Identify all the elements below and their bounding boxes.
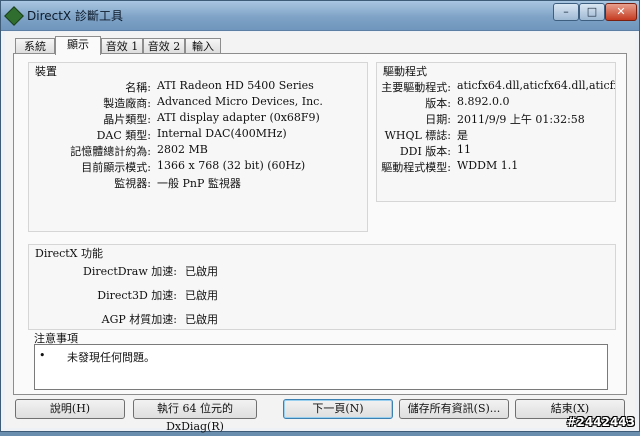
date-value: 2011/9/9 上午 01:32:58 [457,113,585,126]
tab-display[interactable]: 顯示 [55,36,101,55]
notes-bullet: • [39,349,46,362]
driver-model-label: 驅動程式模型: [381,161,451,174]
notes-text: 未發現任何問題。 [67,351,155,364]
display-mode-value: 1366 x 768 (32 bit) (60Hz) [157,159,306,172]
agp-value: 已啟用 [185,313,218,326]
chip-type-value: ATI display adapter (0x68F9) [157,111,320,124]
help-button[interactable]: 說明(H) [15,399,125,419]
manufacturer-label: 製造廠商: [103,97,151,110]
display-tab-panel: 裝置 名稱: ATI Radeon HD 5400 Series 製造廠商: A… [13,53,627,395]
direct3d-label: Direct3D 加速: [97,289,177,302]
device-name-value: ATI Radeon HD 5400 Series [157,79,314,92]
driver-group: 驅動程式 主要驅動程式: aticfx64.dll,aticfx64.dll,a… [376,62,616,202]
tab-system[interactable]: 系統 [15,38,55,54]
tab-sound-1[interactable]: 音效 1 [101,38,143,54]
display-mode-label: 目前顯示模式: [81,161,151,174]
direct3d-value: 已啟用 [185,289,218,302]
features-group-title: DirectX 功能 [35,247,104,260]
ddi-version-label: DDI 版本: [399,145,451,158]
device-group: 裝置 名稱: ATI Radeon HD 5400 Series 製造廠商: A… [28,62,368,232]
main-driver-value: aticfx64.dll,aticfx64.dll,aticfx64.dll,a… [457,79,615,92]
dac-type-value: Internal DAC(400MHz) [157,127,287,140]
tab-sound-2[interactable]: 音效 2 [143,38,185,54]
version-value: 8.892.0.0 [457,95,510,108]
dxdiag-window: DirectX 診斷工具 – □ ✕ 系統 顯示 音效 1 音效 2 輸入 裝置… [0,0,640,433]
tab-input[interactable]: 輸入 [185,38,221,54]
watermark: #2442443 [566,415,635,429]
directdraw-label: DirectDraw 加速: [83,265,177,278]
manufacturer-value: Advanced Micro Devices, Inc. [157,95,323,108]
run-64bit-dxdiag-button[interactable]: 執行 64 位元的 DxDiag(R) [133,399,257,433]
version-label: 版本: [425,97,451,110]
chip-type-label: 晶片類型: [103,113,151,126]
next-page-button[interactable]: 下一頁(N) [283,399,393,419]
client-area: 系統 顯示 音效 1 音效 2 輸入 裝置 名稱: ATI Radeon HD … [5,32,635,433]
whql-label: WHQL 標誌: [384,129,451,142]
directx-icon [4,6,24,26]
date-label: 日期: [425,113,451,126]
whql-value: 是 [457,129,468,142]
title-bar[interactable]: DirectX 診斷工具 – □ ✕ [1,1,639,31]
directx-features-group: DirectX 功能 DirectDraw 加速: 已啟用 Direct3D 加… [28,244,616,330]
dac-type-label: DAC 類型: [96,129,151,142]
driver-model-value: WDDM 1.1 [457,159,519,172]
directdraw-value: 已啟用 [185,265,218,278]
memory-label: 記憶體總計約為: [70,145,151,158]
maximize-button[interactable]: □ [579,3,605,21]
close-button[interactable]: ✕ [605,3,637,21]
device-name-label: 名稱: [125,81,151,94]
minimize-button[interactable]: – [553,3,579,21]
save-all-info-button[interactable]: 儲存所有資訊(S)... [399,399,509,419]
window-title: DirectX 診斷工具 [27,9,123,23]
memory-value: 2802 MB [157,143,208,156]
agp-label: AGP 材質加速: [101,313,177,326]
notes-box[interactable]: • 未發現任何問題。 [34,344,608,390]
device-group-title: 裝置 [35,65,57,78]
driver-group-title: 驅動程式 [383,65,427,78]
main-driver-label: 主要驅動程式: [381,81,451,94]
monitor-label: 監視器: [114,177,151,190]
monitor-value: 一般 PnP 監視器 [157,177,241,190]
ddi-version-value: 11 [457,143,471,156]
